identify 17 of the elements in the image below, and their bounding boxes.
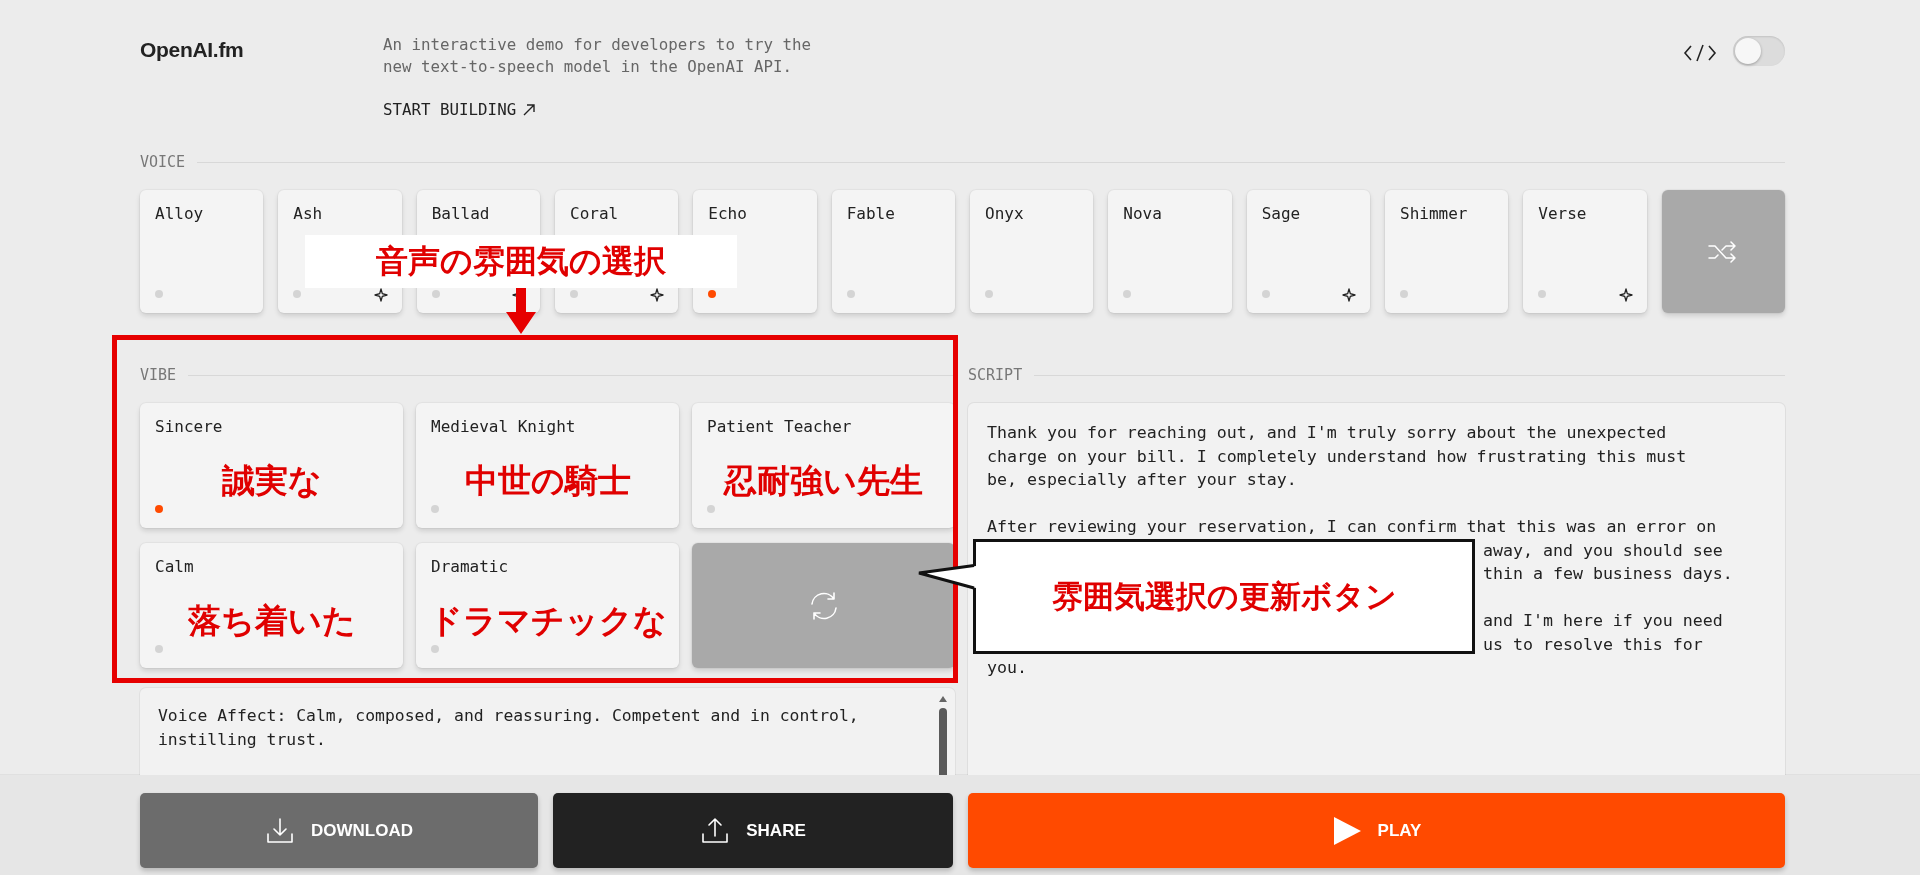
annotation-label: 落ち着いた xyxy=(187,600,356,642)
vibe-name: Patient Teacher xyxy=(707,417,852,436)
annotation-label: 中世の騎士 xyxy=(464,460,631,502)
section-label: SCRIPT xyxy=(968,366,1023,384)
callout-tooltip: 雰囲気選択の更新ボタン xyxy=(973,539,1475,654)
vibe-name: Calm xyxy=(155,557,194,576)
section-label: VIBE xyxy=(140,366,177,384)
vibe-name: Medieval Knight xyxy=(431,417,576,436)
annotation-label: 忍耐強い先生 xyxy=(724,460,923,502)
vibe-name: Sincere xyxy=(155,417,223,436)
vibe-name: Dramatic xyxy=(431,557,509,576)
annotation-label: 誠実な xyxy=(221,460,322,502)
annotation-tooltip: 音声の雰囲気の選択 xyxy=(305,235,737,288)
annotation-label: ドラマチックな xyxy=(428,600,667,642)
logo: OpenAI.fm xyxy=(140,38,245,62)
section-label: VOICE xyxy=(140,153,186,171)
description: An interactive demo for developers to try the new text-to-speech model in the OpenAI API. xyxy=(383,34,812,78)
